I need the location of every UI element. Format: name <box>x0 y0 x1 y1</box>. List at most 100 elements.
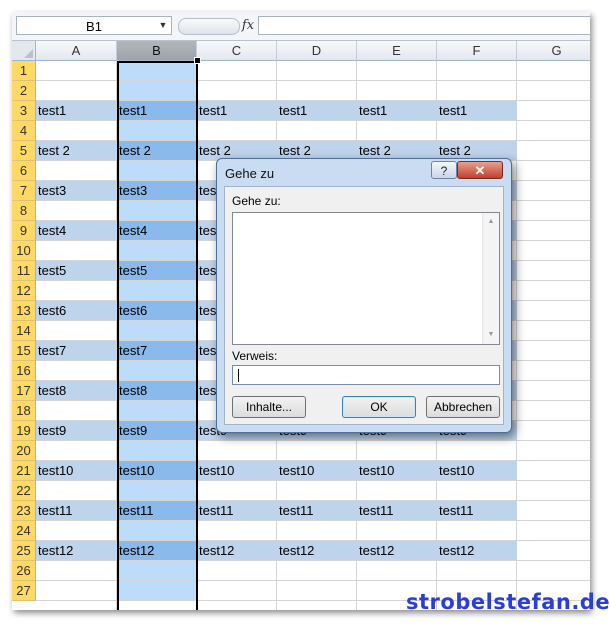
cell-a9[interactable]: test4 <box>36 221 117 241</box>
row-header-23[interactable]: 23 <box>12 501 36 521</box>
row-header-14[interactable]: 14 <box>12 321 36 341</box>
cell-g13[interactable] <box>517 301 590 321</box>
cell-g11[interactable] <box>517 261 590 281</box>
cell-g9[interactable] <box>517 221 590 241</box>
column-header-g[interactable]: G <box>517 41 590 61</box>
cell-a15[interactable]: test7 <box>36 341 117 361</box>
cell-g12[interactable] <box>517 281 590 301</box>
scroll-down-icon[interactable]: ▼ <box>483 328 499 342</box>
fill-handle[interactable] <box>194 57 201 64</box>
row-header-16[interactable]: 16 <box>12 361 36 381</box>
cell-g1[interactable] <box>517 61 590 81</box>
cell-e1[interactable] <box>357 61 437 81</box>
cell-a3[interactable]: test1 <box>36 101 117 121</box>
cell-a18[interactable] <box>36 401 117 421</box>
row-header-5[interactable]: 5 <box>12 141 36 161</box>
cell-e21[interactable]: test10 <box>357 461 437 481</box>
cell-a8[interactable] <box>36 201 117 221</box>
select-all-corner[interactable] <box>12 41 36 61</box>
cell-a5[interactable]: test 2 <box>36 141 117 161</box>
insert-function-icon[interactable]: fx <box>238 16 258 35</box>
row-header-4[interactable]: 4 <box>12 121 36 141</box>
cell-g24[interactable] <box>517 521 590 541</box>
cell-a24[interactable] <box>36 521 117 541</box>
row-header-8[interactable]: 8 <box>12 201 36 221</box>
cell-g20[interactable] <box>517 441 590 461</box>
cell-a16[interactable] <box>36 361 117 381</box>
cell-d20[interactable] <box>277 441 357 461</box>
cell-d26[interactable] <box>277 561 357 581</box>
cell-c26[interactable] <box>197 561 277 581</box>
cell-g18[interactable] <box>517 401 590 421</box>
cell-c27[interactable] <box>197 581 277 601</box>
cell-c2[interactable] <box>197 81 277 101</box>
cell-a2[interactable] <box>36 81 117 101</box>
cell-a13[interactable]: test6 <box>36 301 117 321</box>
cell-g17[interactable] <box>517 381 590 401</box>
cell-a12[interactable] <box>36 281 117 301</box>
cell-f3[interactable]: test1 <box>437 101 517 121</box>
cell-g19[interactable] <box>517 421 590 441</box>
cell-d22[interactable] <box>277 481 357 501</box>
name-box-dropdown-icon[interactable]: ▼ <box>156 16 170 35</box>
row-header-24[interactable]: 24 <box>12 521 36 541</box>
cell-g15[interactable] <box>517 341 590 361</box>
row-header-17[interactable]: 17 <box>12 381 36 401</box>
cell-f21[interactable]: test10 <box>437 461 517 481</box>
column-header-e[interactable]: E <box>357 41 437 61</box>
cell-g23[interactable] <box>517 501 590 521</box>
cell-c4[interactable] <box>197 121 277 141</box>
cell-c20[interactable] <box>197 441 277 461</box>
cell-f20[interactable] <box>437 441 517 461</box>
row-header-11[interactable]: 11 <box>12 261 36 281</box>
cell-d21[interactable]: test10 <box>277 461 357 481</box>
row-header-12[interactable]: 12 <box>12 281 36 301</box>
row-header-2[interactable]: 2 <box>12 81 36 101</box>
row-header-18[interactable]: 18 <box>12 401 36 421</box>
row-header-15[interactable]: 15 <box>12 341 36 361</box>
cell-a14[interactable] <box>36 321 117 341</box>
cell-a10[interactable] <box>36 241 117 261</box>
cell-e24[interactable] <box>357 521 437 541</box>
column-header-f[interactable]: F <box>437 41 517 61</box>
cell-a19[interactable]: test9 <box>36 421 117 441</box>
cell-g3[interactable] <box>517 101 590 121</box>
cell-g10[interactable] <box>517 241 590 261</box>
cell-e26[interactable] <box>357 561 437 581</box>
cell-e4[interactable] <box>357 121 437 141</box>
cell-g21[interactable] <box>517 461 590 481</box>
cell-g14[interactable] <box>517 321 590 341</box>
cell-e2[interactable] <box>357 81 437 101</box>
cell-a21[interactable]: test10 <box>36 461 117 481</box>
cell-f23[interactable]: test11 <box>437 501 517 521</box>
cell-g7[interactable] <box>517 181 590 201</box>
row-header-7[interactable]: 7 <box>12 181 36 201</box>
reference-input[interactable] <box>232 365 500 385</box>
cell-c1[interactable] <box>197 61 277 81</box>
scroll-up-icon[interactable]: ▲ <box>483 215 499 229</box>
cell-c23[interactable]: test11 <box>197 501 277 521</box>
cell-a26[interactable] <box>36 561 117 581</box>
column-header-a[interactable]: A <box>36 41 117 61</box>
cell-e22[interactable] <box>357 481 437 501</box>
row-header-19[interactable]: 19 <box>12 421 36 441</box>
row-header-3[interactable]: 3 <box>12 101 36 121</box>
cell-g26[interactable] <box>517 561 590 581</box>
row-header-6[interactable]: 6 <box>12 161 36 181</box>
cell-d3[interactable]: test1 <box>277 101 357 121</box>
cell-a17[interactable]: test8 <box>36 381 117 401</box>
cell-f4[interactable] <box>437 121 517 141</box>
cell-g2[interactable] <box>517 81 590 101</box>
cell-d23[interactable]: test11 <box>277 501 357 521</box>
cell-e3[interactable]: test1 <box>357 101 437 121</box>
cell-d1[interactable] <box>277 61 357 81</box>
row-header-26[interactable]: 26 <box>12 561 36 581</box>
cell-f2[interactable] <box>437 81 517 101</box>
special-button[interactable]: Inhalte... <box>232 396 306 418</box>
ok-button[interactable]: OK <box>342 396 416 418</box>
cell-g5[interactable] <box>517 141 590 161</box>
goto-listbox[interactable]: ▲ ▼ <box>232 212 500 345</box>
cell-d2[interactable] <box>277 81 357 101</box>
row-header-13[interactable]: 13 <box>12 301 36 321</box>
cell-a7[interactable]: test3 <box>36 181 117 201</box>
